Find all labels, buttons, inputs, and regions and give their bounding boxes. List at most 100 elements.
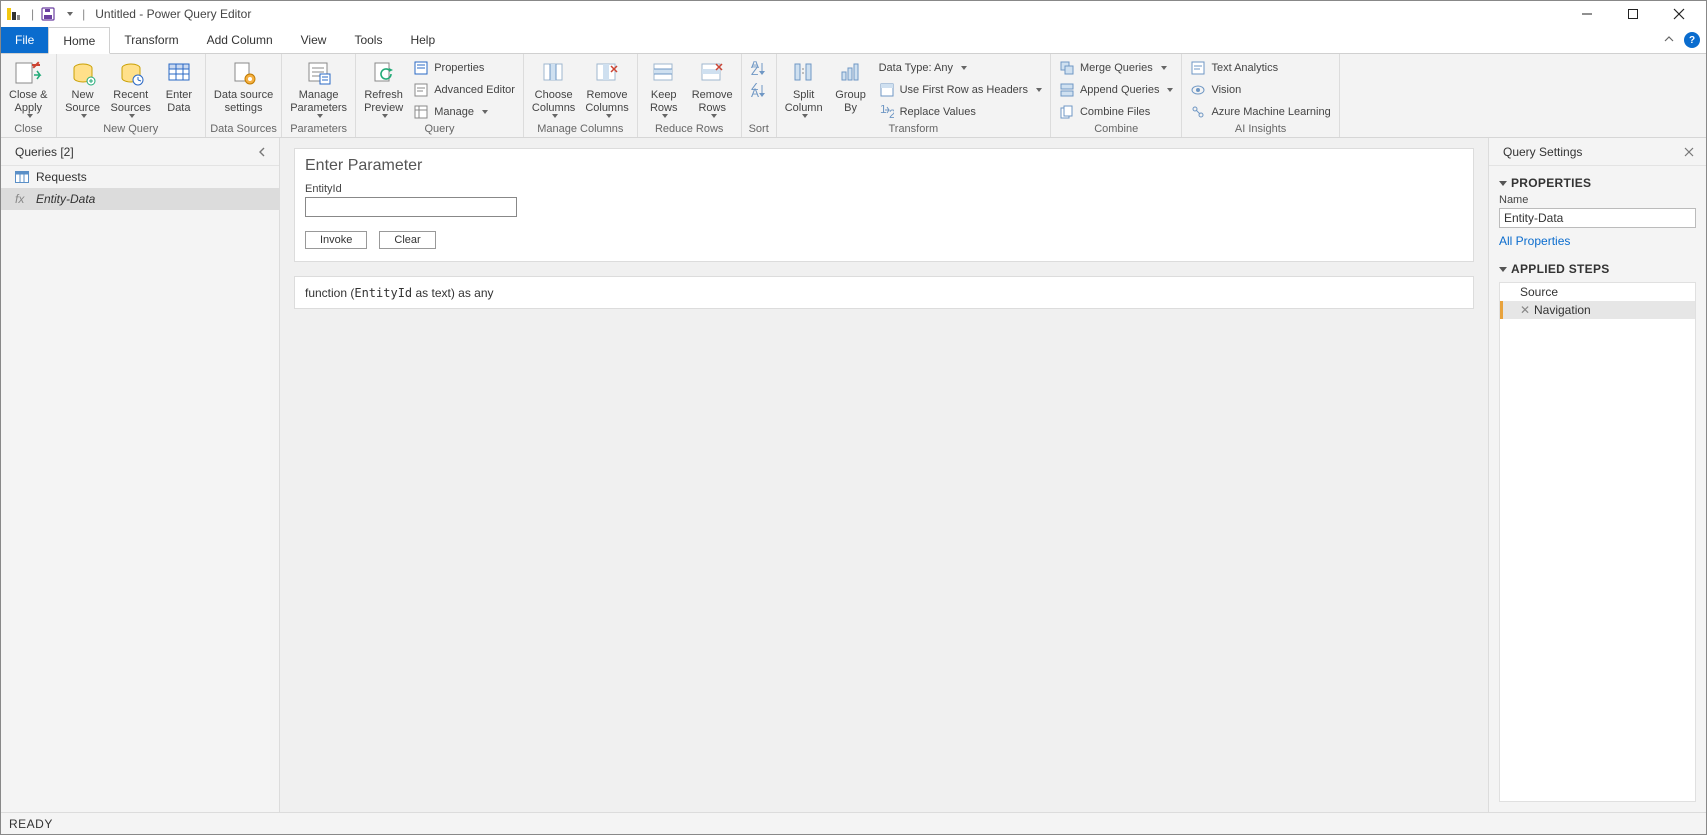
properties-heading[interactable]: PROPERTIES [1499, 176, 1696, 190]
close-settings-icon[interactable] [1682, 145, 1696, 159]
applied-step-source[interactable]: Source [1500, 283, 1695, 301]
help-icon[interactable]: ? [1684, 32, 1700, 48]
save-icon[interactable] [40, 6, 56, 22]
all-properties-link[interactable]: All Properties [1499, 234, 1570, 248]
ribbon-group-label: Reduce Rows [642, 122, 737, 137]
tab-tools[interactable]: Tools [340, 27, 396, 53]
close-apply-button[interactable]: Close & Apply [5, 56, 52, 122]
merge-icon [1059, 60, 1075, 76]
ribbon-collapse-icon[interactable] [1662, 33, 1676, 47]
replace-icon: 12 [879, 104, 895, 120]
text-analytics-button[interactable]: Text Analytics [1186, 58, 1334, 78]
remove-columns-icon [592, 58, 622, 88]
azure-ml-button[interactable]: Azure Machine Learning [1186, 102, 1334, 122]
split-column-button[interactable]: Split Column [781, 56, 827, 122]
combine-files-button[interactable]: Combine Files [1055, 102, 1178, 122]
query-name-input[interactable] [1499, 208, 1696, 228]
tab-home[interactable]: Home [48, 27, 110, 54]
data-source-settings-button[interactable]: Data source settings [210, 56, 277, 122]
ribbon: Close & Apply Close New Source Recent So… [1, 54, 1706, 138]
tab-view[interactable]: View [287, 27, 341, 53]
query-name: Entity-Data [36, 192, 95, 206]
ribbon-group-label: Transform [781, 122, 1046, 137]
tab-file[interactable]: File [1, 27, 48, 53]
manage-query-button[interactable]: Manage [409, 102, 519, 122]
keep-rows-icon [649, 58, 679, 88]
tab-transform[interactable]: Transform [110, 27, 192, 53]
new-source-button[interactable]: New Source [61, 56, 105, 122]
ribbon-group-label: Sort [746, 122, 772, 137]
query-name: Requests [36, 170, 87, 184]
remove-rows-button[interactable]: Remove Rows [688, 56, 737, 122]
invoke-button[interactable]: Invoke [305, 231, 367, 249]
recent-sources-button[interactable]: Recent Sources [107, 56, 155, 122]
sort-desc-button[interactable]: ZA [746, 80, 772, 100]
first-row-headers-button[interactable]: Use First Row as Headers [875, 80, 1046, 100]
vision-button[interactable]: Vision [1186, 80, 1334, 100]
close-apply-icon [13, 58, 43, 88]
replace-values-button[interactable]: 12Replace Values [875, 102, 1046, 122]
remove-columns-button[interactable]: Remove Columns [581, 56, 632, 122]
properties-button[interactable]: Properties [409, 58, 519, 78]
ribbon-group-label: Query [360, 122, 519, 137]
append-queries-button[interactable]: Append Queries [1055, 80, 1178, 100]
tab-help[interactable]: Help [396, 27, 449, 53]
ribbon-group-parameters: Manage Parameters Parameters [282, 54, 356, 137]
ribbon-group-query: Refresh Preview Properties Advanced Edit… [356, 54, 524, 137]
delete-step-icon[interactable]: ✕ [1520, 303, 1530, 317]
data-type-button[interactable]: Data Type: Any [875, 58, 1046, 78]
query-item-requests[interactable]: Requests [1, 166, 279, 188]
keep-rows-button[interactable]: Keep Rows [642, 56, 686, 122]
enter-parameter-panel: Enter Parameter EntityId Invoke Clear [294, 148, 1474, 262]
ribbon-group-manage-columns: Choose Columns Remove Columns Manage Col… [524, 54, 638, 137]
entityid-input[interactable] [305, 197, 517, 217]
ribbon-group-newquery: New Source Recent Sources Enter Data New… [57, 54, 206, 137]
choose-columns-button[interactable]: Choose Columns [528, 56, 579, 122]
collapse-queries-icon[interactable] [255, 145, 269, 159]
ribbon-group-reduce-rows: Keep Rows Remove Rows Reduce Rows [638, 54, 742, 137]
ribbon-group-label: Manage Columns [528, 122, 633, 137]
status-bar: READY [1, 812, 1706, 834]
manage-parameters-icon [304, 58, 334, 88]
tab-add-column[interactable]: Add Column [193, 27, 287, 53]
ribbon-group-label: Combine [1055, 122, 1178, 137]
applied-step-navigation[interactable]: ✕Navigation [1500, 301, 1695, 319]
enter-data-button[interactable]: Enter Data [157, 56, 201, 122]
applied-steps-heading[interactable]: APPLIED STEPS [1499, 262, 1696, 276]
manage-parameters-button[interactable]: Manage Parameters [286, 56, 351, 122]
query-item-entity-data[interactable]: fx Entity-Data [1, 188, 279, 210]
refresh-icon [369, 58, 399, 88]
ribbon-group-label: Parameters [286, 122, 351, 137]
merge-queries-button[interactable]: Merge Queries [1055, 58, 1178, 78]
maximize-button[interactable] [1610, 1, 1656, 27]
properties-section: PROPERTIES Name All Properties [1489, 166, 1706, 252]
data-source-settings-icon [229, 58, 259, 88]
combine-files-icon [1059, 104, 1075, 120]
title-sep2: | [82, 7, 85, 21]
minimize-button[interactable] [1564, 1, 1610, 27]
enter-parameter-title: Enter Parameter [305, 157, 1463, 175]
append-icon [1059, 82, 1075, 98]
sort-asc-button[interactable]: AZ [746, 58, 772, 78]
param-label-entityid: EntityId [305, 183, 1463, 195]
advanced-editor-button[interactable]: Advanced Editor [409, 80, 519, 100]
ribbon-group-close: Close & Apply Close [1, 54, 57, 137]
advanced-editor-icon [413, 82, 429, 98]
qat-dropdown-icon[interactable] [60, 6, 76, 22]
ribbon-group-label: New Query [61, 122, 201, 137]
close-window-button[interactable] [1656, 1, 1702, 27]
ribbon-group-transform: Split Column Group By Data Type: Any Use… [777, 54, 1051, 137]
svg-text:A: A [751, 86, 759, 97]
clear-button[interactable]: Clear [379, 231, 435, 249]
refresh-preview-button[interactable]: Refresh Preview [360, 56, 407, 122]
function-signature: function (EntityId as text) as any [294, 276, 1474, 309]
remove-rows-icon [697, 58, 727, 88]
ribbon-group-datasources: Data source settings Data Sources [206, 54, 282, 137]
sort-asc-icon: AZ [750, 59, 768, 77]
app-icon [5, 6, 21, 22]
group-by-button[interactable]: Group By [829, 56, 873, 122]
query-settings-header: Query Settings [1489, 138, 1706, 166]
queries-pane: Queries [2] Requests fx Entity-Data [1, 138, 280, 812]
new-source-icon [68, 58, 98, 88]
sort-desc-icon: ZA [750, 81, 768, 99]
